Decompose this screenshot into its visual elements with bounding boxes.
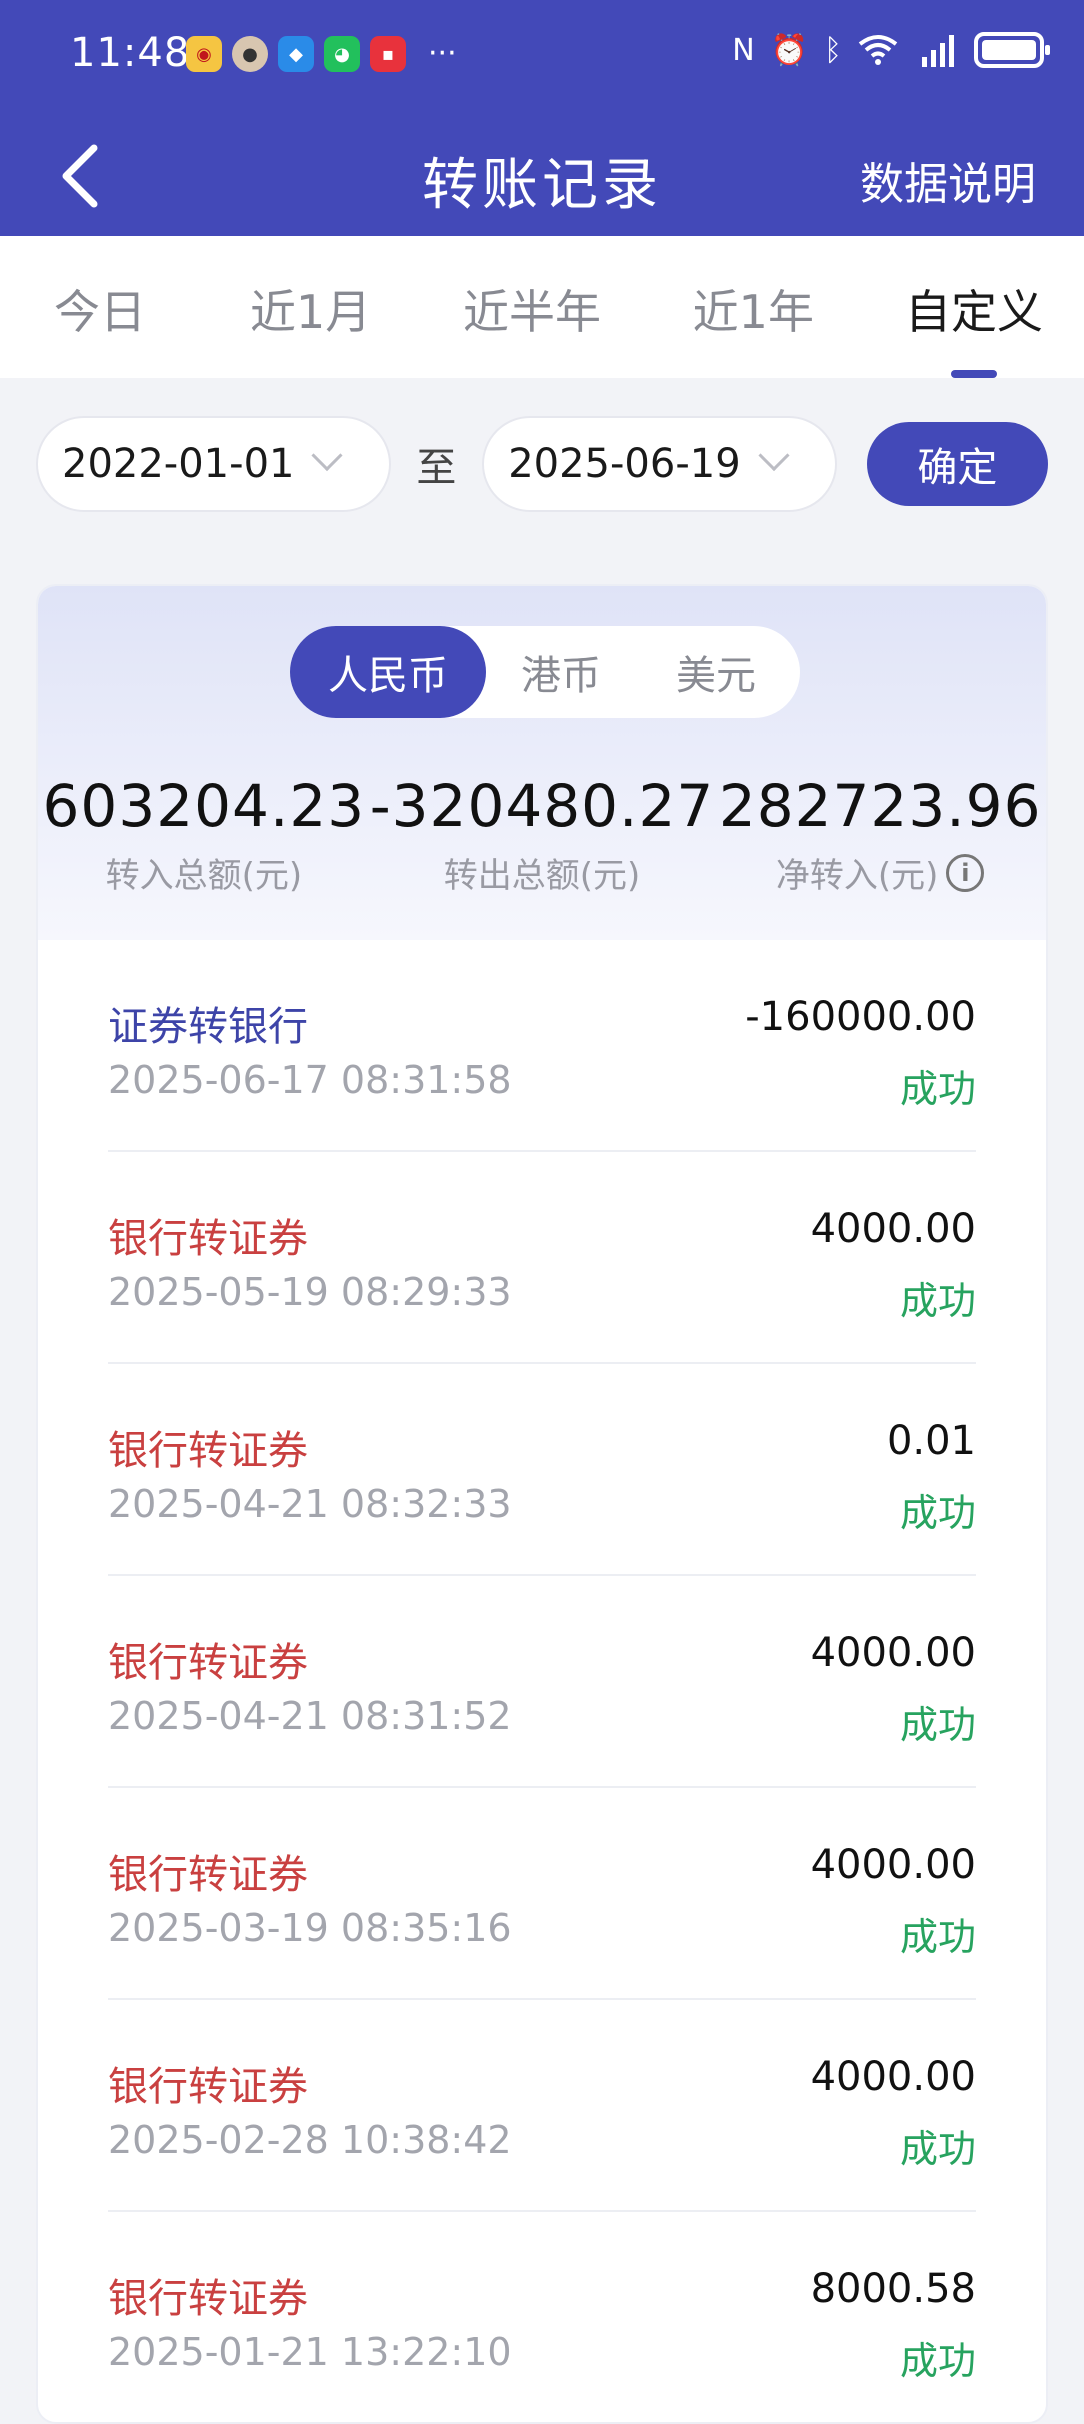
data-explanation-link[interactable]: 数据说明 bbox=[860, 148, 1036, 212]
avatar-icon: ● bbox=[232, 36, 268, 72]
transfer-time: 2025-02-28 10:38:42 bbox=[108, 2118, 512, 2162]
transfer-amount: 4000.00 bbox=[810, 1842, 976, 1888]
transfer-time: 2025-04-21 08:32:33 bbox=[108, 1482, 512, 1526]
summary-panel: 人民币 港币 美元 603204.23 转入总额(元) -320480.27 转… bbox=[38, 586, 1046, 940]
transfer-time: 2025-06-17 08:31:58 bbox=[108, 1058, 512, 1102]
currency-cny[interactable]: 人民币 bbox=[290, 626, 486, 718]
transfer-type: 银行转证券 bbox=[108, 2064, 308, 2110]
transfer-amount: 0.01 bbox=[886, 1418, 976, 1464]
transfer-type: 银行转证券 bbox=[108, 1640, 308, 1686]
transfer-type: 银行转证券 bbox=[108, 1852, 308, 1898]
transfer-status: 成功 bbox=[899, 2339, 976, 2383]
totals: 603204.23 转入总额(元) -320480.27 转出总额(元) 282… bbox=[38, 772, 1046, 897]
currency-usd[interactable]: 美元 bbox=[636, 643, 796, 701]
total-in-value: 603204.23 bbox=[42, 772, 366, 840]
list-item[interactable]: 银行转证券 2025-05-19 08:29:33 4000.00 成功 bbox=[108, 1152, 976, 1364]
end-date-picker[interactable]: 2025-06-19 bbox=[482, 416, 837, 512]
transfer-amount: 8000.58 bbox=[810, 2266, 976, 2312]
active-tab-indicator bbox=[950, 370, 997, 378]
list-item[interactable]: 银行转证券 2025-02-28 10:38:42 4000.00 成功 bbox=[108, 2000, 976, 2212]
transfer-status: 成功 bbox=[899, 1915, 976, 1959]
total-out-value: -320480.27 bbox=[369, 772, 715, 840]
weibo-icon: ◉ bbox=[186, 36, 222, 72]
transfer-status: 成功 bbox=[899, 1279, 976, 1323]
transfer-status: 成功 bbox=[899, 2127, 976, 2171]
info-icon[interactable]: i bbox=[946, 853, 985, 892]
more-notifications-icon: ··· bbox=[428, 36, 457, 71]
tab-label: 近1年 bbox=[692, 285, 814, 339]
total-in-label: 转入总额(元) bbox=[38, 848, 370, 897]
transfer-time: 2025-04-21 08:31:52 bbox=[108, 1694, 512, 1738]
alarm-icon: ⏰ bbox=[770, 32, 808, 68]
start-date-picker[interactable]: 2022-01-01 bbox=[36, 416, 391, 512]
tab-label: 近1月 bbox=[250, 285, 372, 339]
tab-label: 自定义 bbox=[904, 285, 1043, 339]
tab-custom[interactable]: 自定义 bbox=[864, 236, 1084, 378]
transfer-list: 证券转银行 2025-06-17 08:31:58 -160000.00 成功 … bbox=[38, 940, 1046, 2422]
currency-hkd[interactable]: 港币 bbox=[486, 643, 636, 701]
transfer-status: 成功 bbox=[899, 1491, 976, 1535]
net-in-value: 282723.96 bbox=[718, 772, 1042, 840]
tab-today[interactable]: 今日 bbox=[0, 236, 200, 378]
4g-signal-icon bbox=[922, 35, 954, 67]
net-in: 282723.96 净转入(元) i bbox=[714, 772, 1046, 897]
total-out-label: 转出总额(元) bbox=[370, 848, 715, 897]
transfer-time: 2025-01-21 13:22:10 bbox=[108, 2330, 512, 2374]
currency-toggle: 人民币 港币 美元 bbox=[290, 626, 800, 718]
nfc-icon: N bbox=[732, 32, 755, 68]
total-out: -320480.27 转出总额(元) bbox=[370, 772, 715, 897]
transfer-amount: 4000.00 bbox=[810, 1630, 976, 1676]
label-text: 转入总额(元) bbox=[105, 856, 303, 896]
transfer-type: 银行转证券 bbox=[108, 1428, 308, 1474]
status-bar: 11:48 ◉ ● ◆ ◕ ▪ ··· N ⏰ ᛒ bbox=[0, 0, 1084, 112]
transfer-status: 成功 bbox=[899, 1067, 976, 1111]
tab-1-year[interactable]: 近1年 bbox=[643, 236, 864, 378]
transfer-type: 银行转证券 bbox=[108, 1216, 308, 1262]
total-in: 603204.23 转入总额(元) bbox=[38, 772, 370, 897]
tab-label: 近半年 bbox=[462, 285, 601, 339]
notification-icons: ◉ ● ◆ ◕ ▪ ··· bbox=[186, 36, 457, 72]
period-tabs: 今日 近1月 近半年 近1年 自定义 bbox=[0, 236, 1084, 378]
transfer-time: 2025-03-19 08:35:16 bbox=[108, 1906, 512, 1950]
tab-1-month[interactable]: 近1月 bbox=[200, 236, 421, 378]
end-date-value: 2025-06-19 bbox=[508, 441, 741, 487]
tab-half-year[interactable]: 近半年 bbox=[421, 236, 642, 378]
store-icon: ▪ bbox=[370, 36, 406, 72]
transfer-amount: -160000.00 bbox=[745, 994, 976, 1040]
transfer-card: 人民币 港币 美元 603204.23 转入总额(元) -320480.27 转… bbox=[36, 584, 1048, 2424]
transfer-type: 证券转银行 bbox=[108, 1004, 308, 1050]
system-icons: N ⏰ ᛒ bbox=[732, 32, 1050, 68]
list-item[interactable]: 银行转证券 2025-04-21 08:32:33 0.01 成功 bbox=[108, 1364, 976, 1576]
list-item[interactable]: 银行转证券 2025-04-21 08:31:52 4000.00 成功 bbox=[108, 1576, 976, 1788]
tab-label: 今日 bbox=[54, 285, 146, 339]
app-icon: ◆ bbox=[278, 36, 314, 72]
battery-icon bbox=[974, 32, 1050, 68]
net-in-label: 净转入(元) i bbox=[714, 848, 1046, 897]
bluetooth-icon: ᛒ bbox=[824, 32, 842, 68]
transfer-time: 2025-05-19 08:29:33 bbox=[108, 1270, 512, 1314]
status-time: 11:48 bbox=[70, 30, 191, 76]
label-text: 净转入(元) bbox=[775, 856, 939, 896]
start-date-value: 2022-01-01 bbox=[62, 441, 295, 487]
header: 转账记录 数据说明 bbox=[0, 112, 1084, 236]
transfer-status: 成功 bbox=[899, 1703, 976, 1747]
chevron-down-icon bbox=[758, 439, 790, 472]
wifi-icon bbox=[858, 35, 898, 65]
chevron-down-icon bbox=[311, 439, 344, 472]
transfer-amount: 4000.00 bbox=[810, 2054, 976, 2100]
label-text: 转出总额(元) bbox=[443, 856, 641, 896]
transfer-type: 银行转证券 bbox=[108, 2276, 308, 2322]
date-filter: 2022-01-01 至 2025-06-19 确定 bbox=[36, 416, 1049, 512]
wechat-icon: ◕ bbox=[324, 36, 360, 72]
list-item[interactable]: 银行转证券 2025-01-21 13:22:10 8000.58 成功 bbox=[108, 2212, 976, 2422]
confirm-button[interactable]: 确定 bbox=[866, 422, 1049, 506]
list-item[interactable]: 银行转证券 2025-03-19 08:35:16 4000.00 成功 bbox=[108, 1788, 976, 2000]
list-item[interactable]: 证券转银行 2025-06-17 08:31:58 -160000.00 成功 bbox=[108, 940, 976, 1152]
transfer-amount: 4000.00 bbox=[810, 1206, 976, 1252]
date-separator: 至 bbox=[416, 445, 457, 491]
